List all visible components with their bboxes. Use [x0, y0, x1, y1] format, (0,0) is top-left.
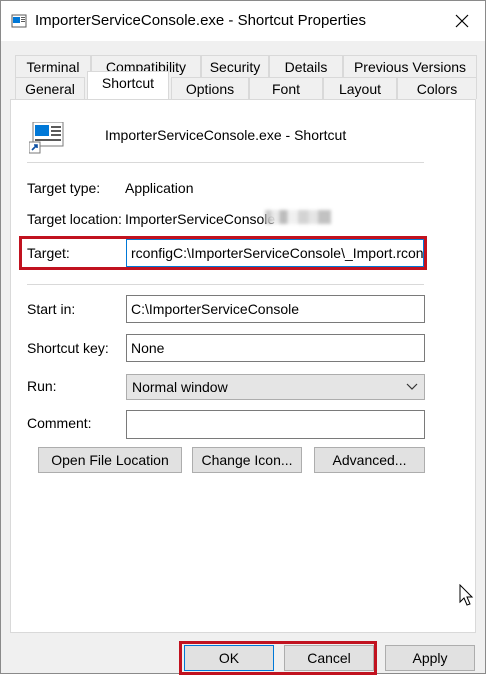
shortcut-key-label: Shortcut key: — [27, 340, 109, 356]
tab-security[interactable]: Security — [201, 55, 269, 77]
tab-previous-versions[interactable]: Previous Versions — [343, 55, 477, 77]
target-input-value: rconfigC:\ImporterServiceConsole\_Import… — [131, 245, 424, 261]
tab-details[interactable]: Details — [269, 55, 343, 77]
run-select[interactable]: Normal window — [126, 374, 425, 400]
tab-general[interactable]: General — [15, 77, 85, 99]
start-in-input[interactable]: C:\ImporterServiceConsole — [126, 295, 425, 323]
close-icon — [455, 14, 469, 28]
separator — [27, 284, 424, 285]
run-select-value: Normal window — [132, 379, 228, 395]
tab-font[interactable]: Font — [249, 77, 323, 99]
tab-shortcut[interactable]: Shortcut — [87, 71, 169, 99]
run-label: Run: — [27, 378, 57, 394]
change-icon-button[interactable]: Change Icon... — [192, 447, 302, 473]
window-title: ImporterServiceConsole.exe - Shortcut Pr… — [35, 12, 366, 29]
separator — [27, 162, 424, 163]
target-type-value: Application — [125, 180, 194, 196]
target-location-label: Target location: — [27, 211, 122, 227]
cancel-button[interactable]: Cancel — [284, 645, 374, 671]
application-icon — [29, 122, 64, 154]
comment-label: Comment: — [27, 415, 92, 431]
start-in-label: Start in: — [27, 301, 76, 317]
tab-strip: Terminal Compatibility Security Details … — [1, 41, 485, 101]
shortcut-name: ImporterServiceConsole.exe - Shortcut — [105, 127, 347, 143]
shortcut-panel: ImporterServiceConsole.exe - Shortcut Ta… — [10, 99, 476, 633]
target-location-value: ImporterServiceConsole — [125, 211, 276, 227]
title-bar: ImporterServiceConsole.exe - Shortcut Pr… — [1, 1, 485, 41]
properties-window: ImporterServiceConsole.exe - Shortcut Pr… — [0, 0, 486, 675]
tab-colors[interactable]: Colors — [397, 77, 477, 99]
mouse-pointer-icon — [459, 584, 474, 606]
redacted-text — [265, 210, 331, 224]
open-file-location-button[interactable]: Open File Location — [38, 447, 182, 473]
apply-button[interactable]: Apply — [385, 645, 475, 671]
target-input[interactable]: rconfigC:\ImporterServiceConsole\_Import… — [126, 239, 424, 267]
tab-layout[interactable]: Layout — [323, 77, 397, 99]
target-label: Target: — [27, 245, 70, 261]
comment-input[interactable] — [126, 410, 425, 439]
tab-terminal[interactable]: Terminal — [15, 55, 91, 77]
shortcut-key-input[interactable]: None — [126, 334, 425, 362]
advanced-button[interactable]: Advanced... — [314, 447, 425, 473]
close-button[interactable] — [439, 1, 485, 41]
ok-button[interactable]: OK — [184, 645, 274, 671]
chevron-down-icon — [406, 383, 418, 390]
target-type-label: Target type: — [27, 180, 101, 196]
tab-options[interactable]: Options — [171, 77, 249, 99]
app-title-icon — [11, 14, 27, 28]
